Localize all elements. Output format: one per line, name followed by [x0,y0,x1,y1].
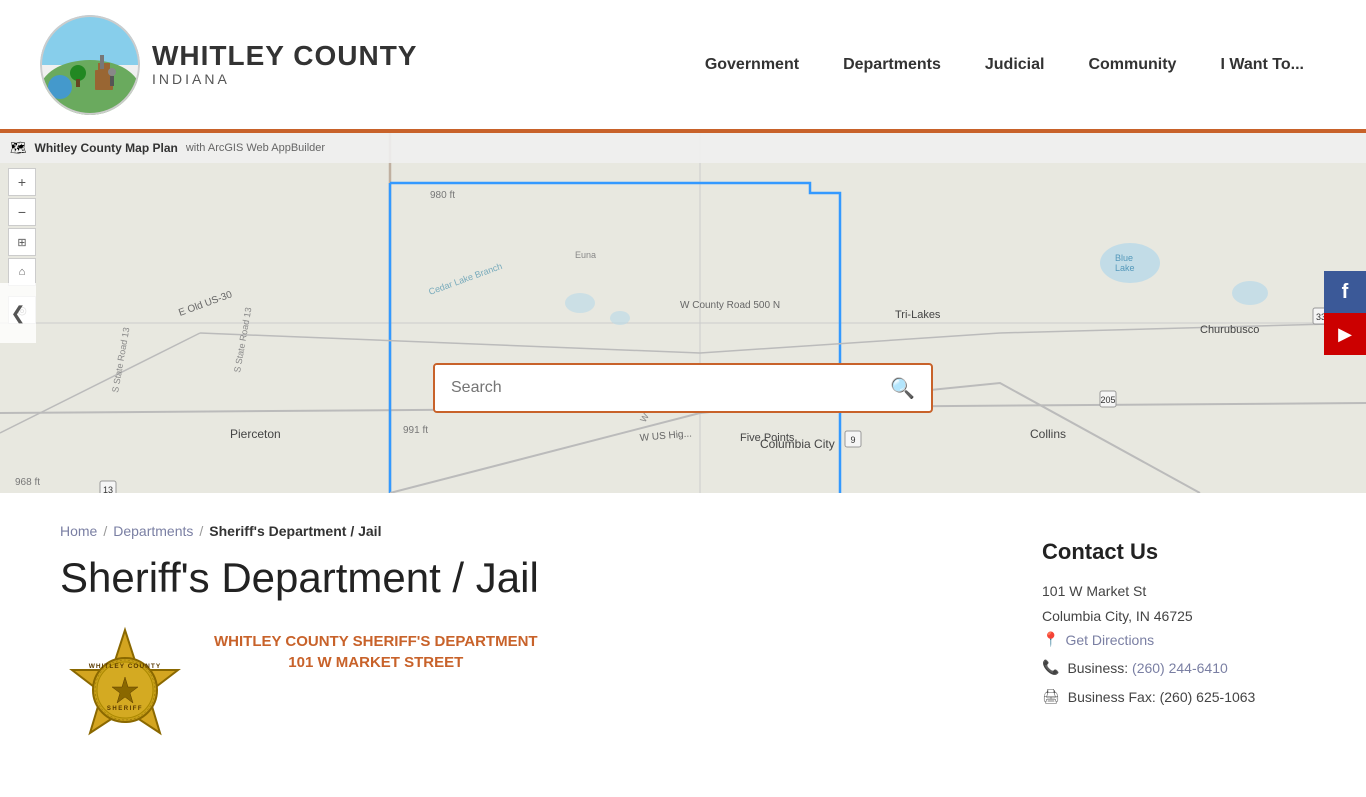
location-icon: 📍 [1042,631,1059,648]
svg-text:205: 205 [1100,395,1115,405]
home-button[interactable]: ⌂ [8,258,36,286]
fax-icon: 🖨 [1042,688,1060,705]
nav-departments[interactable]: Departments [821,0,963,131]
arcgis-title: Whitley County Map Plan [35,141,178,155]
nav-i-want-to[interactable]: I Want To... [1198,0,1326,131]
youtube-icon: ▶ [1338,324,1352,345]
breadcrumb-departments[interactable]: Departments [113,523,193,539]
svg-text:W County Road 500 N: W County Road 500 N [680,300,780,311]
breadcrumb-home[interactable]: Home [60,523,97,539]
svg-text:WHITLEY COUNTY: WHITLEY COUNTY [89,663,161,670]
contact-title: Contact Us [1042,539,1290,565]
site-header: WHITLEY COUNTY INDIANA Government Depart… [0,0,1366,133]
svg-text:Lake: Lake [1115,263,1135,273]
breadcrumb-sep-2: / [199,523,203,539]
youtube-button[interactable]: ▶ [1324,313,1366,355]
breadcrumb: Home / Departments / Sheriff's Departmen… [60,523,986,539]
svg-text:Pierceton: Pierceton [230,427,281,441]
dept-info: WHITLEY COUNTY SHERIFF'S DEPARTMENT 101 … [214,625,538,671]
search-button[interactable]: 🔍 [874,376,931,401]
page-title: Sheriff's Department / Jail [60,555,986,601]
zoom-in-button[interactable]: + [8,168,36,196]
chevron-left-icon: ❮ [10,303,25,324]
svg-text:Tri-Lakes: Tri-Lakes [895,309,941,321]
logo-circle[interactable] [40,15,140,115]
svg-text:SHERIFF: SHERIFF [107,706,143,712]
facebook-icon: f [1342,281,1349,304]
business-phone-link[interactable]: (260) 244-6410 [1132,660,1228,676]
sheriff-badge: WHITLEY COUNTY SHERIFF [60,625,190,755]
phone-icon: 📞 [1042,659,1059,676]
dept-name-line1: WHITLEY COUNTY SHERIFF'S DEPARTMENT [214,633,538,650]
contact-address-line2: Columbia City, IN 46725 [1042,606,1290,627]
prev-slide-button[interactable]: ❮ [0,283,36,343]
phone-value: Business: (260) 244-6410 [1067,658,1227,679]
search-input[interactable] [435,365,874,411]
svg-text:980 ft: 980 ft [430,190,455,201]
search-overlay: 🔍 [433,363,933,413]
breadcrumb-current: Sheriff's Department / Jail [209,523,381,539]
facebook-button[interactable]: f [1324,271,1366,313]
sidebar: Contact Us 101 W Market St Columbia City… [1026,523,1306,767]
get-directions-link[interactable]: 📍 Get Directions [1042,631,1290,648]
map-area: E Old US-30 W County Road 500 N W Lincol… [0,133,1366,493]
phone-row: 📞 Business: (260) 244-6410 [1042,658,1290,679]
dept-section: WHITLEY COUNTY SHERIFF WHITLEY COUNTY SH… [60,625,986,767]
contact-address-line1: 101 W Market St [1042,581,1290,602]
svg-text:Euna: Euna [575,250,596,260]
svg-text:991 ft: 991 ft [403,425,428,436]
nav-government[interactable]: Government [683,0,821,131]
zoom-out-button[interactable]: − [8,198,36,226]
svg-text:Collins: Collins [1030,427,1066,441]
dept-name-line2: 101 W MARKET STREET [214,654,538,671]
nav-community[interactable]: Community [1066,0,1198,131]
county-name: WHITLEY COUNTY [152,41,417,72]
svg-text:Five Points: Five Points [740,432,795,444]
fax-row: 🖨 Business Fax: (260) 625-1063 [1042,687,1290,708]
state-name: INDIANA [152,72,417,87]
svg-text:Blue: Blue [1115,253,1133,263]
logo-area: WHITLEY COUNTY INDIANA [40,15,420,115]
search-icon: 🔍 [890,378,915,400]
arcgis-subtitle: with ArcGIS Web AppBuilder [186,142,325,154]
content-area: Home / Departments / Sheriff's Departmen… [0,493,1366,797]
contact-box: Contact Us 101 W Market St Columbia City… [1026,523,1306,732]
svg-text:Churubusco: Churubusco [1200,324,1259,336]
logo-text: WHITLEY COUNTY INDIANA [152,41,417,87]
main-content: Home / Departments / Sheriff's Departmen… [60,523,986,767]
main-nav: Government Departments Judicial Communit… [683,0,1326,131]
fax-value: Business Fax: (260) 625-1063 [1068,687,1256,708]
svg-text:13: 13 [103,485,113,493]
svg-text:968 ft: 968 ft [15,477,40,488]
arcgis-bar: 🗺 Whitley County Map Plan with ArcGIS We… [0,133,1366,163]
breadcrumb-sep-1: / [103,523,107,539]
social-buttons: f ▶ [1324,271,1366,355]
svg-text:9: 9 [850,435,855,445]
search-box: 🔍 [433,363,933,413]
layers-button[interactable]: ⊞ [8,228,36,256]
nav-judicial[interactable]: Judicial [963,0,1067,131]
